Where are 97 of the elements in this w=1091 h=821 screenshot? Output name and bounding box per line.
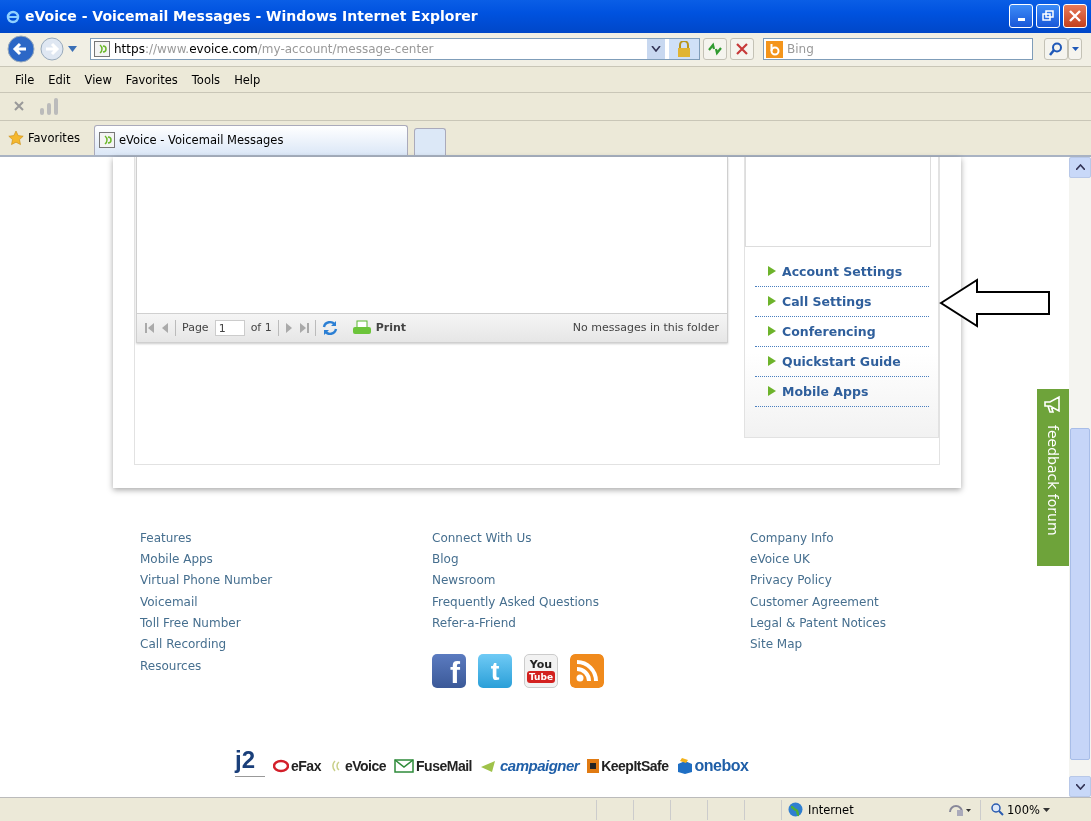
footer-link[interactable]: Site Map <box>750 634 1000 656</box>
menu-item[interactable]: Edit <box>41 73 78 88</box>
menu-item[interactable]: Help <box>227 73 268 88</box>
refresh-button[interactable] <box>703 38 727 61</box>
globe-icon <box>788 802 803 817</box>
triangle-bullet-icon <box>768 296 776 307</box>
partner-logo[interactable]: KeepItSafe <box>587 749 669 774</box>
caret-icon <box>1071 47 1079 52</box>
footer-link[interactable]: Refer-a-Friend <box>432 613 750 635</box>
triangle-bullet-icon <box>768 326 776 337</box>
site-favicon-icon <box>94 41 110 58</box>
padlock-icon <box>677 41 691 58</box>
rss-icon[interactable] <box>570 654 604 689</box>
footer-link[interactable]: Toll Free Number <box>140 613 432 635</box>
page-number-field[interactable]: 1 <box>214 319 245 336</box>
address-field[interactable]: https://www.evoice.com/my-account/message-center <box>90 38 700 61</box>
site-favicon-icon <box>98 132 115 149</box>
sidebar-link[interactable]: Account Settings <box>755 256 929 287</box>
menu-item[interactable]: File <box>8 73 42 88</box>
menu-item[interactable]: Tools <box>184 73 228 88</box>
partner-logo[interactable]: eFax <box>273 749 321 774</box>
new-tab-button[interactable] <box>413 127 446 155</box>
footer-link[interactable]: Call Recording <box>140 634 432 656</box>
close-icon <box>736 43 748 56</box>
footer-link[interactable]: Newsroom <box>432 570 750 592</box>
scroll-down-button[interactable] <box>1069 776 1091 797</box>
minimize-button[interactable] <box>1009 4 1033 29</box>
chevron-down-icon <box>651 46 661 53</box>
restore-icon <box>1042 10 1054 23</box>
page-label: Page <box>182 321 209 335</box>
search-options-button[interactable] <box>1068 38 1082 61</box>
folder-status: No messages in this folder <box>572 321 719 335</box>
signal-bars-icon <box>39 97 59 116</box>
footer-link[interactable]: eVoice UK <box>750 549 1000 571</box>
dropdown-caret-icon[interactable] <box>68 46 77 53</box>
favorites-button[interactable]: Favorites <box>8 123 88 152</box>
footer-link[interactable]: Blog <box>432 549 750 571</box>
window-title: eVoice - Voicemail Messages - Windows Internet Explorer <box>25 8 479 25</box>
next-page-icon[interactable] <box>284 321 293 334</box>
scroll-thumb[interactable] <box>1070 427 1090 760</box>
minimize-icon <box>1017 18 1025 22</box>
restore-button[interactable] <box>1036 4 1060 29</box>
close-icon[interactable] <box>14 101 24 112</box>
sidebar-link[interactable]: Mobile Apps <box>755 376 929 407</box>
close-icon <box>1069 10 1081 23</box>
footer-link[interactable]: Company Info <box>750 527 1000 550</box>
partner-logo[interactable]: j2 <box>235 746 265 778</box>
footer-link[interactable]: Voicemail <box>140 591 432 613</box>
sidebar-link[interactable]: Quickstart Guide <box>755 346 929 377</box>
first-page-icon[interactable] <box>145 321 155 334</box>
partner-logo[interactable]: eVoice <box>328 749 387 774</box>
browser-logo-icon <box>5 8 21 25</box>
chevron-up-icon <box>1075 164 1085 171</box>
footer-link[interactable]: Features <box>140 527 432 550</box>
footer-link[interactable]: Frequently Asked Questions <box>432 591 750 613</box>
footer-link[interactable]: Connect With Us <box>432 527 750 550</box>
footer-link[interactable]: Resources <box>140 655 432 677</box>
footer-link[interactable]: Virtual Phone Number <box>140 570 432 592</box>
refresh-icon[interactable] <box>321 319 338 336</box>
footer-link[interactable]: Privacy Policy <box>750 570 1000 592</box>
magnifier-icon <box>991 803 1004 816</box>
triangle-bullet-icon <box>768 386 776 397</box>
back-button[interactable] <box>6 34 36 65</box>
previous-page-icon[interactable] <box>161 321 169 334</box>
search-engine-icon <box>766 40 783 58</box>
search-button[interactable] <box>1044 38 1068 61</box>
footer-link[interactable]: Customer Agreement <box>750 591 1000 613</box>
triangle-bullet-icon <box>768 356 776 367</box>
caret-icon <box>1042 807 1050 812</box>
facebook-icon[interactable]: f <box>432 654 466 689</box>
stop-button[interactable] <box>730 38 754 61</box>
page-count: of 1 <box>250 321 272 335</box>
vertical-scrollbar[interactable] <box>1069 156 1091 797</box>
footer-link[interactable]: Mobile Apps <box>140 549 432 571</box>
partner-logo[interactable]: FuseMail <box>394 749 472 774</box>
footer-link[interactable]: Legal & Patent Notices <box>750 613 1000 635</box>
sidebar-link[interactable]: Conferencing <box>755 316 929 347</box>
scroll-up-button[interactable] <box>1069 156 1091 178</box>
arrows-icon <box>707 42 723 57</box>
search-icon <box>1049 42 1063 57</box>
triangle-bullet-icon <box>768 266 776 277</box>
menu-item[interactable]: Favorites <box>118 73 185 88</box>
print-button[interactable]: Print <box>351 319 407 336</box>
youtube-icon[interactable]: You Tube <box>524 654 558 689</box>
sidebar-link[interactable]: Call Settings <box>755 286 929 317</box>
last-page-icon[interactable] <box>298 321 309 334</box>
address-dropdown-button[interactable] <box>647 39 665 60</box>
star-icon <box>8 129 24 146</box>
partner-logo[interactable]: campaigner <box>479 749 580 775</box>
zoom-button[interactable]: 100% <box>980 799 1091 820</box>
close-button[interactable] <box>1063 4 1087 29</box>
menu-item[interactable]: View <box>77 73 119 88</box>
browser-tab[interactable]: eVoice - Voicemail Messages <box>93 124 408 155</box>
chevron-down-icon <box>1075 783 1085 790</box>
printer-icon <box>351 319 372 336</box>
partner-logo[interactable]: onebox <box>676 748 749 775</box>
security-zone: Internet <box>781 799 948 820</box>
